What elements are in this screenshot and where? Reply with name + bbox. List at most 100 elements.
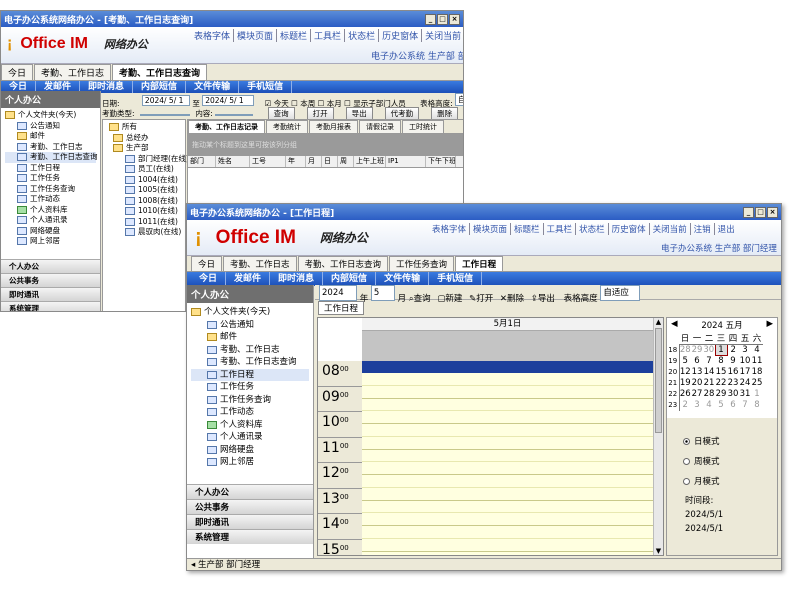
menu-item[interactable]: 标题栏 <box>511 223 544 235</box>
tree-item[interactable]: 网上邻居 <box>5 236 96 247</box>
month-select[interactable]: 5 <box>370 285 395 301</box>
title-bar[interactable]: 电子办公系统网络办公 - [工作日程] _ □ × <box>187 204 781 220</box>
tree-item[interactable]: 考勤、工作日志 <box>5 142 96 153</box>
window-tab[interactable]: 考勤、工作日志 <box>34 64 112 80</box>
column-header[interactable]: 下午下班 <box>426 156 456 167</box>
content-input[interactable] <box>215 114 254 116</box>
menu-item[interactable]: 工具栏 <box>311 29 346 42</box>
accordion-3[interactable]: 即时通讯 <box>187 514 313 529</box>
menu-item[interactable]: 状态栏 <box>576 223 609 235</box>
day-cell[interactable]: 1 <box>751 389 763 400</box>
tree-item[interactable]: 工作动态 <box>191 406 309 419</box>
day-cell[interactable]: 27 <box>691 389 703 400</box>
day-cell[interactable]: 19 <box>679 378 691 389</box>
day-cell[interactable]: 31 <box>739 389 751 400</box>
day-cell[interactable]: 11 <box>751 356 763 367</box>
column-header[interactable]: 月 <box>306 156 322 167</box>
date-from-input[interactable]: 2024/ 5/ 1 <box>141 95 190 106</box>
day-cell[interactable]: 28 <box>679 345 691 356</box>
day-cell[interactable]: 12 <box>679 367 691 378</box>
date-to-input[interactable]: 2024/ 5/ 1 <box>202 95 255 106</box>
record-tab[interactable]: 考勤统计 <box>266 120 308 133</box>
tree-item[interactable]: 个人文件夹(今天) <box>191 306 309 319</box>
tree-item[interactable]: 考勤、工作日志查询 <box>5 152 98 163</box>
accordion-2[interactable]: 公共事务 <box>1 273 100 287</box>
day-cell[interactable]: 5 <box>679 356 691 367</box>
day-cell[interactable]: 8 <box>751 400 763 411</box>
scroll-thumb[interactable] <box>655 328 662 433</box>
time-slot[interactable] <box>362 488 653 501</box>
day-cell[interactable]: 5 <box>715 400 727 411</box>
time-slot[interactable] <box>362 462 653 475</box>
day-cell[interactable]: 6 <box>727 400 739 411</box>
nav-item[interactable]: 文件传输 <box>186 81 240 93</box>
dept-item[interactable]: 1005(在线) <box>105 185 183 196</box>
tree-item[interactable]: 工作日程 <box>191 368 309 381</box>
maximize-button[interactable]: □ <box>755 206 766 218</box>
accordion-3[interactable]: 即时通讯 <box>1 287 100 301</box>
tree-item[interactable]: 邮件 <box>191 331 309 344</box>
day-cell[interactable]: 16 <box>727 367 739 378</box>
window-tab[interactable]: 工作任务查询 <box>389 256 455 271</box>
time-slot[interactable] <box>362 437 653 450</box>
time-slot[interactable] <box>362 411 653 424</box>
day-cell[interactable]: 29 <box>691 345 703 356</box>
vertical-scrollbar[interactable]: ▲ ▼ <box>653 318 663 555</box>
tree-item[interactable]: 公告通知 <box>191 319 309 332</box>
tree-item[interactable]: 工作日程 <box>5 163 96 174</box>
dept-item[interactable]: 所有 <box>105 122 183 133</box>
window-tab[interactable]: 考勤、工作日志查询 <box>297 256 389 271</box>
height-select[interactable]: 自适应 <box>455 93 463 106</box>
tree-item[interactable]: 个人资料库 <box>5 205 96 216</box>
time-slot[interactable] <box>362 513 653 526</box>
tree-item[interactable]: 工作任务查询 <box>5 184 96 195</box>
time-slot[interactable] <box>362 424 653 437</box>
day-cell[interactable]: 4 <box>751 345 763 356</box>
window-tab[interactable]: 今日 <box>191 256 223 271</box>
nav-item[interactable]: 手机短信 <box>239 81 293 93</box>
day-cell[interactable]: 29 <box>715 389 727 400</box>
day-grid[interactable] <box>362 361 653 555</box>
day-cell[interactable]: 4 <box>703 400 715 411</box>
tree-item[interactable]: 个人通讯录 <box>191 431 309 444</box>
tree-item[interactable]: 邮件 <box>5 131 96 142</box>
time-slot[interactable] <box>362 552 653 556</box>
menu-item[interactable]: 退出 <box>715 223 738 235</box>
allday-area[interactable] <box>362 331 653 361</box>
day-cell[interactable]: 22 <box>715 378 727 389</box>
time-slot[interactable] <box>362 526 653 539</box>
day-cell[interactable]: 26 <box>679 389 691 400</box>
mode-3[interactable]: 月模式 <box>683 472 777 492</box>
title-bar[interactable]: 电子办公系统网络办公 - [考勤、工作日志查询] _ □ × <box>1 11 463 27</box>
day-cell[interactable]: 9 <box>727 356 739 367</box>
dept-item[interactable]: 晨驭肉(在线) <box>105 227 183 238</box>
day-cell[interactable]: 7 <box>739 400 751 411</box>
day-cell[interactable]: 24 <box>739 378 751 389</box>
day-cell[interactable]: 20 <box>691 378 703 389</box>
radio-icon[interactable] <box>683 478 690 485</box>
time-slot[interactable] <box>362 386 653 399</box>
nav-item[interactable]: 即时消息 <box>270 272 324 286</box>
menu-item[interactable]: 模块页面 <box>470 223 512 235</box>
radio-icon[interactable] <box>683 458 690 465</box>
dept-item[interactable]: 1011(在线) <box>105 217 183 228</box>
record-tab[interactable]: 请假记录 <box>359 120 401 133</box>
time-slot[interactable] <box>362 450 653 463</box>
mode-1[interactable]: 日模式 <box>683 432 777 452</box>
tree-item[interactable]: 个人通讯录 <box>5 215 96 226</box>
time-slot[interactable] <box>362 539 653 552</box>
column-header[interactable]: IP1 <box>386 156 426 167</box>
dept-item[interactable]: 员工(在线) <box>105 164 183 175</box>
tree-item[interactable]: 考勤、工作日志 <box>191 344 309 357</box>
menu-item[interactable]: 关闭当前 <box>422 29 463 42</box>
day-cell[interactable]: 21 <box>703 378 715 389</box>
day-cell[interactable]: 15 <box>715 367 727 378</box>
menu-item[interactable]: 关闭当前 <box>650 223 691 235</box>
day-cell[interactable]: 8 <box>715 356 727 367</box>
accordion-1[interactable]: 个人办公 <box>187 484 313 499</box>
menu-item[interactable]: 模块页面 <box>234 29 278 42</box>
nav-item[interactable]: 发邮件 <box>226 272 271 286</box>
time-slot[interactable] <box>362 373 653 386</box>
year-select[interactable]: 2024 <box>319 285 357 301</box>
nav-item[interactable]: 今日 <box>191 272 227 286</box>
